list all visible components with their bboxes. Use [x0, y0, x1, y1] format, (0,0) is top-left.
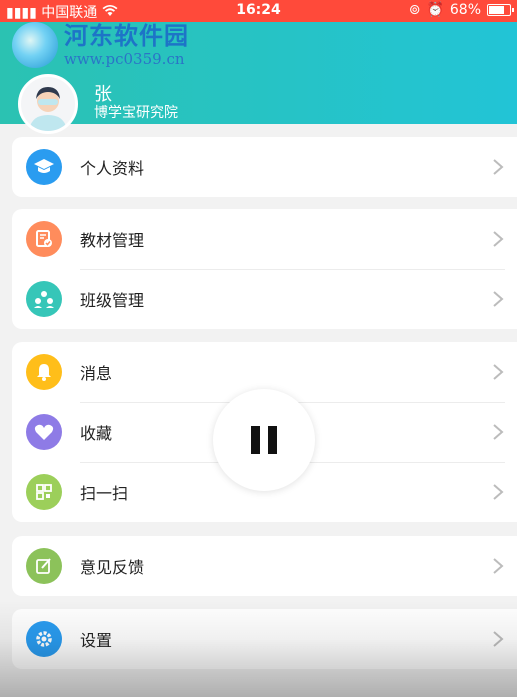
menu-label: 扫一扫	[80, 484, 129, 503]
alarm-icon: ⏰	[426, 2, 444, 18]
menu-item-textbook-management[interactable]: 教材管理	[12, 209, 517, 269]
watermark-url: www.pc0359.cn	[64, 50, 185, 68]
menu-label: 设置	[80, 631, 113, 650]
user-organization: 博学宝研究院	[94, 105, 178, 121]
chevron-right-icon	[493, 364, 504, 380]
menu-item-settings[interactable]: 设置	[12, 609, 517, 669]
menu-group-feedback: 意见反馈	[12, 536, 517, 596]
menu-group-management: 教材管理 班级管理	[12, 209, 517, 329]
bell-icon	[26, 354, 62, 390]
menu-item-class-management[interactable]: 班级管理	[12, 269, 517, 329]
menu-item-feedback[interactable]: 意见反馈	[12, 536, 517, 596]
scan-icon	[26, 474, 62, 510]
menu-label: 意见反馈	[80, 558, 145, 577]
textbook-icon	[26, 221, 62, 257]
menu-group-settings: 设置	[12, 609, 517, 669]
class-group-icon	[26, 281, 62, 317]
pause-button[interactable]	[213, 389, 315, 491]
chevron-right-icon	[493, 231, 504, 247]
status-icons: ⊚ ⏰ 68%	[408, 2, 514, 18]
status-bar: ▮▮▮▮ 中国联通 16:24 ⊚ ⏰ 68%	[0, 0, 517, 22]
pause-icon-bar	[268, 426, 277, 454]
chevron-right-icon	[493, 484, 504, 500]
graduation-cap-icon	[26, 149, 62, 185]
gear-icon	[26, 621, 62, 657]
watermark-title: 河东软件园	[64, 21, 189, 50]
menu-label: 消息	[80, 364, 113, 383]
chevron-right-icon	[493, 424, 504, 440]
pause-icon	[251, 426, 260, 454]
menu-label: 班级管理	[80, 291, 145, 310]
avatar-person-icon	[29, 87, 67, 131]
watermark: 河东软件园 www.pc0359.cn	[12, 22, 189, 68]
battery-icon	[487, 4, 514, 16]
chevron-right-icon	[493, 291, 504, 307]
menu-label: 收藏	[80, 424, 113, 443]
chevron-right-icon	[493, 159, 504, 175]
battery-percent: 68%	[449, 2, 481, 18]
watermark-logo-icon	[12, 22, 58, 68]
menu-item-profile[interactable]: 个人资料	[12, 137, 517, 197]
menu-label: 教材管理	[80, 231, 145, 250]
profile-header: 河东软件园 www.pc0359.cn 张 博学宝研究院	[0, 22, 517, 134]
avatar[interactable]	[18, 74, 78, 134]
chevron-right-icon	[493, 631, 504, 647]
menu-group-profile: 个人资料	[12, 137, 517, 197]
menu-label: 个人资料	[80, 159, 145, 178]
feedback-icon	[26, 548, 62, 584]
chevron-right-icon	[493, 558, 504, 574]
rotation-lock-icon: ⊚	[408, 2, 421, 18]
heart-icon	[26, 414, 62, 450]
